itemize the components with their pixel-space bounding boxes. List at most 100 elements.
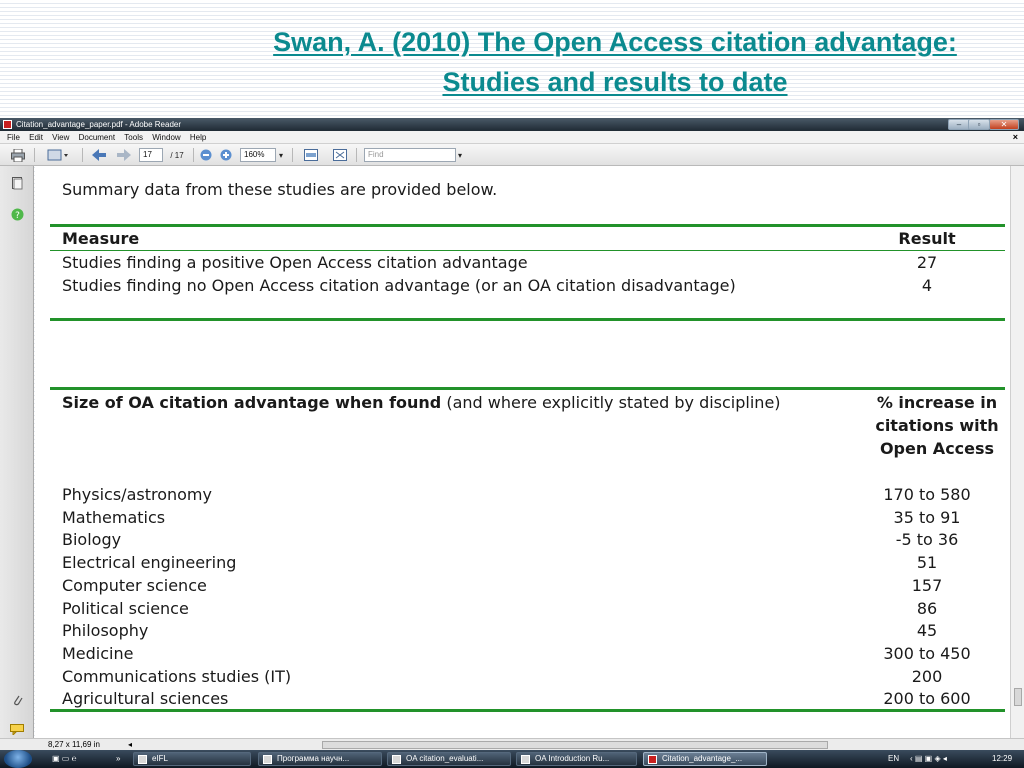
zoom-select[interactable]: 160% [240,148,276,162]
table-cell-discipline: Agricultural sciences [62,689,229,708]
toolbar: 17 / 17 160% ▾ Find ▾ [0,144,1024,166]
table-1-header-result: Result [898,229,956,248]
table-row: Electrical engineering 51 [62,551,997,574]
slide-title-line-1: Swan, A. (2010) The Open Access citation… [273,27,957,57]
table-row: Philosophy 45 [62,619,997,642]
taskbar-app-icon [521,755,530,764]
previous-page-icon[interactable] [91,147,107,163]
taskbar-button-label: eIFL [152,754,169,763]
navigation-panel: ? [0,166,34,738]
attachments-paperclip-icon[interactable] [10,692,24,706]
taskbar-app-icon [648,755,657,764]
slide-title-line-2: Studies and results to date [442,67,788,97]
table-cell-discipline: Physics/astronomy [62,485,212,504]
document-close-button[interactable]: × [1013,131,1018,144]
horizontal-scrollbar[interactable] [322,741,828,749]
svg-text:?: ? [15,211,20,221]
menu-file[interactable]: File [7,131,20,144]
fit-page-icon[interactable] [331,147,349,163]
table-cell-discipline: Philosophy [62,621,149,640]
zoom-dropdown-arrow-icon[interactable]: ▾ [277,147,285,163]
table-row: Political science 86 [62,597,997,620]
table-cell-increase: 170 to 580 [883,485,971,504]
menu-window[interactable]: Window [152,131,180,144]
table-cell-result: 27 [916,253,938,272]
find-dropdown-arrow-icon[interactable]: ▾ [456,147,464,163]
taskbar-app-icon [392,755,401,764]
taskbar-button-oa-introduction[interactable]: OA Introduction Ru... [516,752,637,766]
print-icon[interactable] [9,147,27,163]
taskbar-button-label: OA Introduction Ru... [535,754,610,763]
table-cell-measure: Studies finding no Open Access citation … [62,276,736,295]
table-row: Communications studies (IT) 200 [62,665,997,688]
table-cell-discipline: Electrical engineering [62,553,237,572]
table-row: Studies finding no Open Access citation … [62,274,997,297]
taskbar-button-label: Программа научн... [277,754,350,763]
window-titlebar[interactable]: Citation_advantage_paper.pdf - Adobe Rea… [0,118,1024,131]
menu-bar: File Edit View Document Tools Window Hel… [0,131,1024,144]
page-number-input[interactable]: 17 [139,148,163,162]
quick-launch-more-icon[interactable]: » [116,752,120,766]
vertical-scrollbar[interactable] [1010,166,1024,738]
maximize-button[interactable]: ▫ [968,119,990,130]
table-cell-discipline: Political science [62,599,189,618]
taskbar-button-eifl[interactable]: eIFL [133,752,251,766]
pages-panel-icon[interactable] [10,176,24,190]
table-1-header-measure: Measure [62,229,140,248]
table-cell-increase: 300 to 450 [883,644,971,663]
help-icon[interactable]: ? [10,207,24,221]
table-2-header-rest: (and where explicitly stated by discipli… [441,393,781,412]
taskbar-button-citation-advantage[interactable]: Citation_advantage_... [643,752,767,766]
menu-help[interactable]: Help [190,131,206,144]
system-tray-icons[interactable]: ‹ ▤ ▣ ◈ ◂ [910,752,947,766]
table-cell-increase: -5 to 36 [895,530,959,549]
status-bar: 8,27 x 11,69 in ◂ [0,738,1024,750]
table-cell-increase: 157 [911,576,943,595]
taskbar: ▣ ▭ ℮ » eIFL Программа научн... OA citat… [0,750,1024,768]
clock[interactable]: 12:29 [992,752,1012,766]
table-cell-discipline: Computer science [62,576,207,595]
table-cell-measure: Studies finding a positive Open Access c… [62,253,528,272]
zoom-out-icon[interactable] [199,147,213,163]
menu-document[interactable]: Document [79,131,115,144]
table-cell-discipline: Biology [62,530,122,549]
intro-text: Summary data from these studies are prov… [62,180,498,199]
table-cell-increase: 35 to 91 [893,508,961,527]
fit-width-icon[interactable] [302,147,320,163]
vertical-scrollbar-thumb[interactable] [1014,688,1022,706]
table-row: Biology -5 to 36 [62,528,997,551]
table-cell-discipline: Medicine [62,644,134,663]
comments-icon[interactable] [10,722,24,736]
start-button-icon[interactable] [4,750,32,768]
taskbar-button-label: Citation_advantage_... [662,754,743,763]
taskbar-button-label: OA citation_evaluati... [406,754,484,763]
table-cell-increase: 200 to 600 [883,689,971,708]
table-row: Medicine 300 to 450 [62,642,997,665]
scroll-left-icon[interactable]: ◂ [128,739,132,750]
review-tools-icon[interactable] [44,147,74,163]
table-2-header-bold: Size of OA citation advantage when found [62,393,442,412]
taskbar-button-oa-citation[interactable]: OA citation_evaluati... [387,752,511,766]
page-total: / 17 [170,150,184,160]
table-cell-increase: 200 [911,667,943,686]
close-button[interactable]: ✕ [989,119,1019,130]
quick-launch-icons[interactable]: ▣ ▭ ℮ [52,752,76,766]
taskbar-app-icon [263,755,272,764]
table-row: Mathematics 35 to 91 [62,506,997,529]
taskbar-button-programma[interactable]: Программа научн... [258,752,382,766]
zoom-in-icon[interactable] [219,147,233,163]
table-cell-increase: 86 [916,599,938,618]
table-row: Studies finding a positive Open Access c… [62,251,997,274]
menu-view[interactable]: View [52,131,69,144]
table-cell-result: 4 [921,276,933,295]
minimize-button[interactable]: – [948,119,970,130]
table-cell-discipline: Mathematics [62,508,166,527]
table-1-bottom-rule [50,318,1005,321]
menu-edit[interactable]: Edit [29,131,43,144]
document-viewport[interactable]: Summary data from these studies are prov… [35,166,1010,738]
next-page-icon[interactable] [116,147,132,163]
language-indicator[interactable]: EN [888,752,899,766]
table-cell-increase: 45 [916,621,938,640]
menu-tools[interactable]: Tools [124,131,143,144]
find-input[interactable]: Find [364,148,456,162]
